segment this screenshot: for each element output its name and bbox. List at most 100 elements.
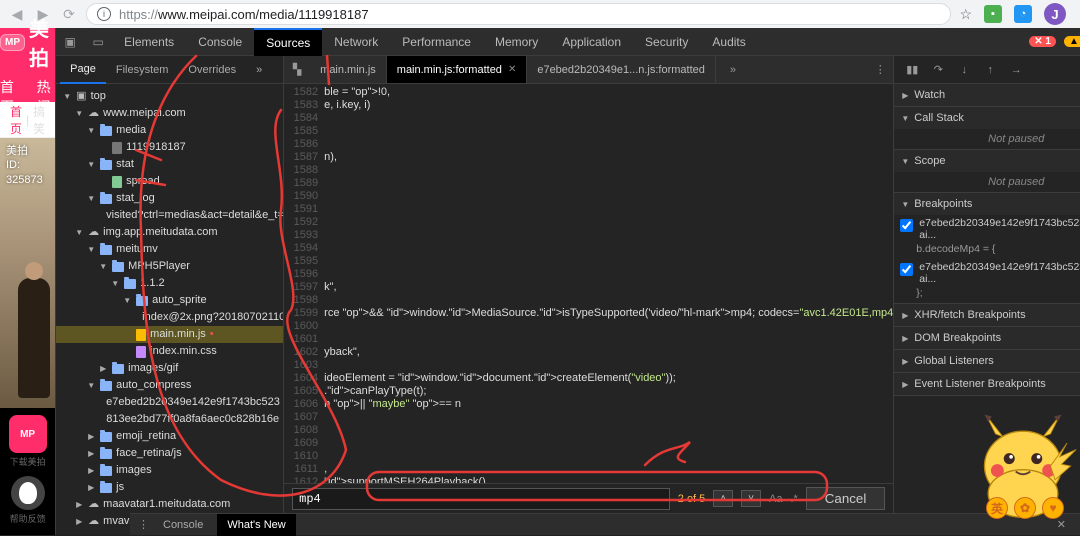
breakpoint-row[interactable]: e7ebed2b20349e142e9f1743bc523e46.meipai.…: [894, 215, 1080, 243]
step-out-icon[interactable]: ↑: [980, 60, 1000, 80]
mascot-heart-icon[interactable]: ♥: [1042, 497, 1064, 519]
tab-elements[interactable]: Elements: [112, 28, 186, 56]
tab-overrides[interactable]: Overrides: [178, 56, 246, 84]
breakpoint-checkbox[interactable]: [900, 219, 913, 232]
tree-item[interactable]: e7ebed2b20349e142e9f1743bc523: [56, 394, 283, 411]
inspect-icon[interactable]: ▣: [56, 28, 84, 56]
global-listeners-section[interactable]: ▶Global Listeners: [894, 350, 1080, 372]
pause-icon[interactable]: ▮▮: [902, 60, 922, 80]
file-tab-active[interactable]: main.min.js:formatted✕: [387, 56, 528, 84]
find-cancel-button[interactable]: Cancel: [806, 487, 886, 510]
line-gutter[interactable]: 1582158315841585158615871588158915901591…: [284, 84, 324, 483]
mascot-label-button[interactable]: 英: [986, 497, 1008, 519]
tab-security[interactable]: Security: [633, 28, 700, 56]
tab-memory[interactable]: Memory: [483, 28, 550, 56]
site-info-icon[interactable]: i: [97, 7, 111, 21]
tree-item[interactable]: ▼media: [56, 122, 283, 139]
tab-audits[interactable]: Audits: [700, 28, 757, 56]
folder-icon: [100, 381, 112, 391]
regex-toggle[interactable]: .*: [790, 493, 797, 505]
tree-item[interactable]: index.min.css: [56, 343, 283, 360]
bookmark-icon[interactable]: ☆: [959, 6, 972, 23]
scope-section[interactable]: ▼Scope: [894, 150, 1080, 172]
find-input[interactable]: [292, 488, 670, 510]
profile-avatar[interactable]: J: [1044, 3, 1066, 25]
tree-item[interactable]: ▶images/gif: [56, 360, 283, 377]
tree-item[interactable]: ▼auto_sprite: [56, 292, 283, 309]
tree-item[interactable]: index@2x.png?201807021104:: [56, 309, 283, 326]
step-over-icon[interactable]: ↷: [928, 60, 948, 80]
tree-label: face_retina/js: [116, 445, 181, 462]
error-badge[interactable]: ✕ 1: [1029, 36, 1056, 47]
mascot-settings-icon[interactable]: ✿: [1014, 497, 1036, 519]
tree-item[interactable]: ▶js: [56, 479, 283, 496]
tree-item[interactable]: ▼☁www.meipai.com: [56, 105, 283, 122]
find-next-button[interactable]: ˅: [741, 490, 761, 507]
tab-menu-icon[interactable]: ⋮: [867, 63, 893, 76]
tree-item[interactable]: ▼stat_log: [56, 190, 283, 207]
tree-item[interactable]: ▼▣top: [56, 88, 283, 105]
step-into-icon[interactable]: ↓: [954, 60, 974, 80]
tab-sources[interactable]: Sources: [254, 28, 322, 56]
tree-label: e7ebed2b20349e142e9f1743bc523: [106, 394, 280, 411]
file-tab[interactable]: main.min.js: [310, 56, 387, 84]
tree-item[interactable]: ▼MPH5Player: [56, 258, 283, 275]
tree-item[interactable]: ▼☁img.app.meitudata.com: [56, 224, 283, 241]
tree-item[interactable]: visited?ctrl=medias&act=detail&e_t=: [56, 207, 283, 224]
dom-breakpoints-section[interactable]: ▶DOM Breakpoints: [894, 327, 1080, 349]
more-tabs-icon[interactable]: »: [246, 56, 272, 84]
site-logo[interactable]: MP 美拍: [0, 13, 55, 71]
video-thumbnail[interactable]: 美拍 ID: 325873: [0, 138, 55, 408]
code-text[interactable]: ble = "op">!0,e, i.key, i) n), k", rce "…: [324, 84, 893, 483]
tree-item[interactable]: spread: [56, 173, 283, 190]
extension-icon[interactable]: ▪: [984, 5, 1002, 23]
tree-item[interactable]: main.min.js •: [56, 326, 283, 343]
tree-label: maavatar1.meitudata.com: [103, 496, 230, 513]
xhr-breakpoints-section[interactable]: ▶XHR/fetch Breakpoints: [894, 304, 1080, 326]
breakpoint-checkbox[interactable]: [900, 263, 913, 276]
tree-item[interactable]: ▶☁maavatar1.meitudata.com: [56, 496, 283, 513]
file-tree[interactable]: ▼▣top▼☁www.meipai.com▼media1119918187▼st…: [56, 84, 283, 535]
download-app-icon[interactable]: MP: [9, 415, 47, 453]
more-tabs-icon[interactable]: »: [720, 64, 746, 76]
breakpoints-section[interactable]: ▼Breakpoints: [894, 193, 1080, 215]
whats-new-tab[interactable]: What's New: [217, 514, 295, 536]
extension-icon[interactable]: ◔: [1014, 5, 1032, 23]
code-area[interactable]: 1582158315841585158615871588158915901591…: [284, 84, 893, 483]
callstack-section[interactable]: ▼Call Stack: [894, 107, 1080, 129]
tab-nav-icon[interactable]: ▚: [284, 63, 310, 76]
tab-performance[interactable]: Performance: [390, 28, 483, 56]
tree-item[interactable]: ▼stat: [56, 156, 283, 173]
tree-item[interactable]: ▶emoji_retina: [56, 428, 283, 445]
breakpoint-row[interactable]: e7ebed2b20349e142e9f1743bc523e46.meipai.…: [894, 259, 1080, 287]
event-listener-breakpoints-section[interactable]: ▶Event Listener Breakpoints: [894, 373, 1080, 395]
find-prev-button[interactable]: ˄: [713, 490, 733, 507]
reload-icon[interactable]: ⟳: [60, 5, 78, 23]
tree-item[interactable]: ▼1.1.2: [56, 275, 283, 292]
tree-item[interactable]: ▼auto_compress: [56, 377, 283, 394]
tab-application[interactable]: Application: [550, 28, 633, 56]
warning-badge[interactable]: ▲ 3: [1064, 36, 1080, 47]
close-icon[interactable]: ✕: [508, 64, 516, 75]
drawer-menu-icon[interactable]: ⋮: [138, 518, 149, 531]
console-tab[interactable]: Console: [153, 514, 213, 536]
tree-item[interactable]: ▶face_retina/js: [56, 445, 283, 462]
tab-page[interactable]: Page: [60, 56, 106, 84]
tree-item[interactable]: ▶images: [56, 462, 283, 479]
tree-item[interactable]: 813ee2bd77ff0a8fa6aec0c828b16e: [56, 411, 283, 428]
match-case-toggle[interactable]: Aa: [769, 493, 782, 505]
watch-section[interactable]: ▶Watch: [894, 84, 1080, 106]
file-tab[interactable]: e7ebed2b20349e1...n.js:formatted: [527, 56, 716, 84]
logo-badge-icon: MP: [0, 34, 25, 51]
tab-network[interactable]: Network: [322, 28, 390, 56]
feedback-icon[interactable]: [11, 476, 45, 510]
tree-item[interactable]: ▼meitumv: [56, 241, 283, 258]
step-icon[interactable]: →: [1006, 60, 1026, 80]
tab-console[interactable]: Console: [186, 28, 254, 56]
address-bar[interactable]: i https://www.meipai.com/media/111991818…: [86, 3, 951, 25]
device-toolbar-icon[interactable]: ▭: [84, 28, 112, 56]
tree-item[interactable]: 1119918187: [56, 139, 283, 156]
breadcrumb-home[interactable]: 首页: [10, 103, 22, 137]
breadcrumb-category[interactable]: 搞笑: [33, 103, 45, 137]
tab-filesystem[interactable]: Filesystem: [106, 56, 179, 84]
